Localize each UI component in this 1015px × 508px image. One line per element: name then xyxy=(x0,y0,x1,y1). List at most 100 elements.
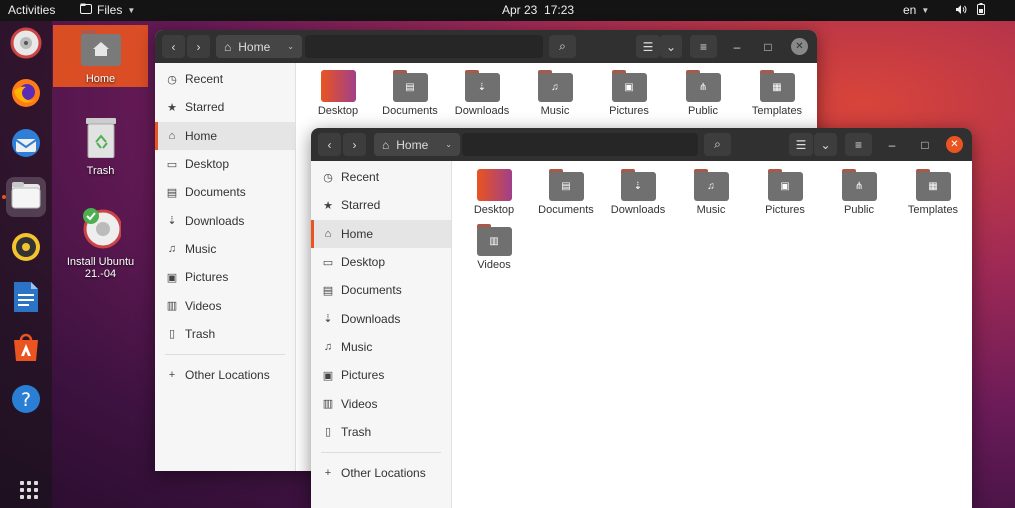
folder-desktop[interactable]: Desktop xyxy=(301,70,375,117)
dock-help[interactable]: ? xyxy=(6,381,46,421)
dock-firefox[interactable] xyxy=(6,75,46,115)
folder-templates[interactable]: ▦ Templates xyxy=(896,169,970,216)
path-bar-home[interactable]: ⌂ Home ⌄ xyxy=(216,35,302,58)
chevron-down-icon: ⌄ xyxy=(445,140,452,149)
music-folder-icon: ♫ xyxy=(537,70,573,102)
location-entry[interactable] xyxy=(462,133,698,156)
maximize-button[interactable]: □ xyxy=(914,133,936,156)
star-icon: ★ xyxy=(167,101,177,114)
files-window-front[interactable]: ‹ › ⌂ Home ⌄ ⌕ ☰ ⌄ ≡ – □ ✕ ◷ Recent ★ Star… xyxy=(311,128,972,508)
music-note-icon: ♫ xyxy=(167,242,177,255)
sidebar-item-home[interactable]: ⌂ Home xyxy=(311,219,451,249)
folder-videos[interactable]: ▥ Videos xyxy=(457,224,531,271)
sidebar-item-downloads[interactable]: ⇣ Downloads xyxy=(155,206,295,234)
software-bag-icon xyxy=(10,331,42,368)
sidebar-item-trash[interactable]: ▯ Trash xyxy=(311,418,451,446)
document-icon: ▤ xyxy=(166,186,178,199)
forward-button[interactable]: › xyxy=(343,133,366,156)
folder-templates[interactable]: ▦ Templates xyxy=(740,70,814,117)
sidebar-item-desktop[interactable]: ▭ Desktop xyxy=(311,248,451,276)
sidebar-item-recent[interactable]: ◷ Recent xyxy=(311,163,451,191)
minimize-button[interactable]: – xyxy=(881,133,903,156)
desktop-icon-home[interactable]: Home xyxy=(53,25,148,87)
search-button[interactable]: ⌕ xyxy=(549,35,576,58)
public-folder-icon: ⋔ xyxy=(685,70,721,102)
desktop-folder-icon xyxy=(320,70,356,102)
view-list-button[interactable]: ☰ xyxy=(636,35,660,58)
trash-icon xyxy=(84,118,118,161)
dock-rhythmbox-music[interactable] xyxy=(6,229,46,269)
desktop-icon-install-ubuntu[interactable]: Install Ubuntu 21.-04 xyxy=(53,207,148,280)
folder-public[interactable]: ⋔ Public xyxy=(666,70,740,117)
picture-icon: ▣ xyxy=(166,271,178,284)
folder-documents[interactable]: ▤ Documents xyxy=(373,70,447,117)
folder-music[interactable]: ♫ Music xyxy=(518,70,592,117)
back-button[interactable]: ‹ xyxy=(162,35,185,58)
view-list-button[interactable]: ☰ xyxy=(789,133,813,156)
view-options-button[interactable]: ⌄ xyxy=(660,35,682,58)
dock-rhythmbox[interactable] xyxy=(6,25,46,65)
input-source-menu[interactable]: en ▼ xyxy=(903,3,929,17)
folder-desktop[interactable]: Desktop xyxy=(457,169,531,216)
sidebar-item-trash[interactable]: ▯ Trash xyxy=(155,320,295,348)
dock-thunderbird[interactable] xyxy=(6,125,46,165)
chevron-left-icon: ‹ xyxy=(327,137,332,152)
folder-pictures[interactable]: ▣ Pictures xyxy=(592,70,666,117)
sidebar-item-videos[interactable]: ▥ Videos xyxy=(311,389,451,417)
sidebar-item-music[interactable]: ♫ Music xyxy=(311,333,451,361)
dock-software[interactable] xyxy=(6,329,46,369)
sidebar-item-other-locations[interactable]: + Other Locations xyxy=(155,361,295,389)
sidebar-item-home[interactable]: ⌂ Home xyxy=(155,121,295,151)
back-button[interactable]: ‹ xyxy=(318,133,341,156)
sidebar-item-desktop[interactable]: ▭ Desktop xyxy=(155,150,295,178)
sidebar-item-starred[interactable]: ★ Starred xyxy=(311,191,451,219)
close-button[interactable]: ✕ xyxy=(946,136,963,153)
main-menu-button[interactable]: ≡ xyxy=(690,35,717,58)
location-entry[interactable] xyxy=(305,35,543,58)
sidebar-item-videos[interactable]: ▥ Videos xyxy=(155,291,295,319)
sidebar-item-pictures[interactable]: ▣ Pictures xyxy=(311,361,451,389)
app-menu-files[interactable]: Files ▼ xyxy=(80,3,135,17)
system-menu[interactable] xyxy=(955,3,985,18)
search-button[interactable]: ⌕ xyxy=(704,133,731,156)
chevron-down-icon: ▼ xyxy=(921,5,930,15)
picture-icon: ▣ xyxy=(322,369,334,382)
activities-button[interactable]: Activities xyxy=(8,3,55,17)
sidebar-item-pictures[interactable]: ▣ Pictures xyxy=(155,263,295,291)
clock[interactable]: Apr 23 17:23 xyxy=(502,3,574,17)
dock: ? xyxy=(0,21,52,508)
view-options-button[interactable]: ⌄ xyxy=(814,133,837,156)
maximize-button[interactable]: □ xyxy=(757,35,779,58)
forward-button[interactable]: › xyxy=(187,35,210,58)
path-bar-home[interactable]: ⌂ Home ⌄ xyxy=(374,133,460,156)
folder-public[interactable]: ⋔ Public xyxy=(822,169,896,216)
folder-documents[interactable]: ▤ Documents xyxy=(529,169,603,216)
firefox-icon xyxy=(10,77,42,114)
show-applications-button[interactable] xyxy=(20,481,38,499)
sidebar-item-recent[interactable]: ◷ Recent xyxy=(155,65,295,93)
sidebar-item-other-locations[interactable]: + Other Locations xyxy=(311,459,451,487)
sidebar-item-documents[interactable]: ▤ Documents xyxy=(311,276,451,304)
list-view-icon: ☰ xyxy=(795,137,807,152)
folder-downloads[interactable]: ⇣ Downloads xyxy=(601,169,675,216)
plus-icon: + xyxy=(168,369,176,382)
folder-pictures[interactable]: ▣ Pictures xyxy=(748,169,822,216)
sidebar-item-starred[interactable]: ★ Starred xyxy=(155,93,295,121)
main-menu-button[interactable]: ≡ xyxy=(845,133,872,156)
maximize-icon: □ xyxy=(764,39,772,54)
close-button[interactable]: ✕ xyxy=(791,38,808,55)
trash-icon: ▯ xyxy=(324,426,332,439)
dock-writer[interactable] xyxy=(6,279,46,319)
sidebar-item-music[interactable]: ♫ Music xyxy=(155,235,295,263)
svg-text:?: ? xyxy=(21,389,31,411)
sidebar-item-documents[interactable]: ▤ Documents xyxy=(155,178,295,206)
minimize-icon: – xyxy=(733,39,741,54)
desktop-icon-trash[interactable]: Trash xyxy=(53,118,148,177)
minimize-button[interactable]: – xyxy=(726,35,748,58)
folder-downloads[interactable]: ⇣ Downloads xyxy=(445,70,519,117)
dock-files[interactable] xyxy=(2,177,46,217)
sidebar-item-downloads[interactable]: ⇣ Downloads xyxy=(311,304,451,332)
folder-music[interactable]: ♫ Music xyxy=(674,169,748,216)
pictures-folder-icon: ▣ xyxy=(767,169,803,201)
maximize-icon: □ xyxy=(921,137,929,152)
